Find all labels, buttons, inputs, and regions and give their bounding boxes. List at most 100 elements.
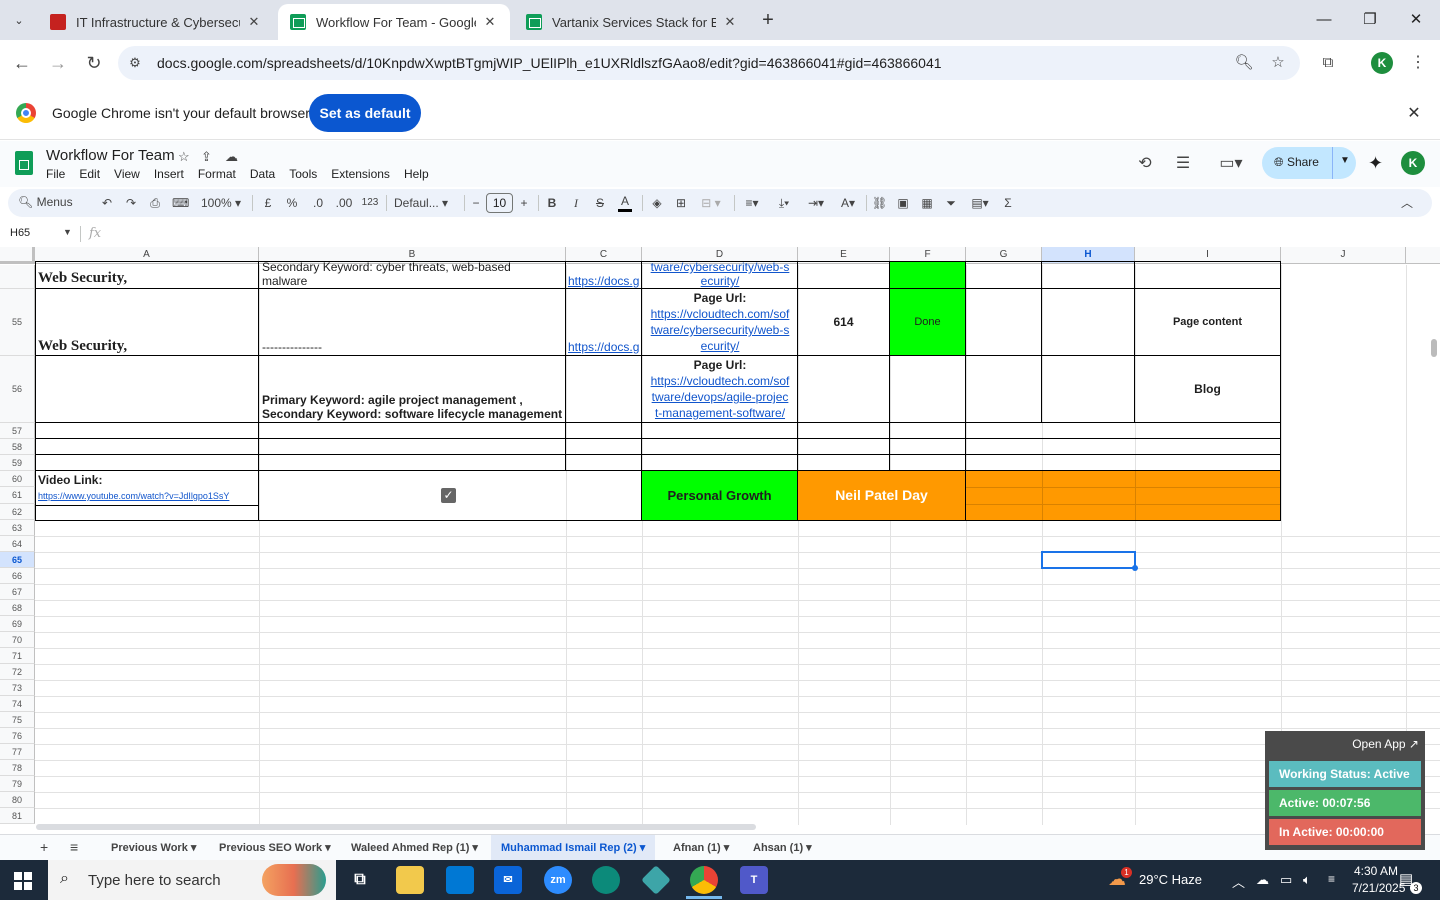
column-header-k[interactable] <box>1406 247 1440 264</box>
cell-a59[interactable] <box>35 454 259 471</box>
cell-b55[interactable]: --------------- <box>258 288 566 356</box>
horizontal-align-icon[interactable]: ≡▾ <box>740 194 764 212</box>
cell-f58[interactable] <box>889 438 966 455</box>
sheet-tab-previous-work[interactable]: Previous Work ▾ <box>101 835 206 861</box>
star-icon[interactable]: ☆ <box>178 149 190 165</box>
volume-icon[interactable]: 🔈︎ <box>1303 872 1311 888</box>
font-select[interactable]: Defaul... ▾ <box>394 194 454 212</box>
row-header-80[interactable]: 80 <box>0 792 35 808</box>
row-header-79[interactable]: 79 <box>0 776 35 792</box>
row-header-76[interactable]: 76 <box>0 728 35 744</box>
row-header-68[interactable]: 68 <box>0 600 35 616</box>
menu-tools[interactable]: Tools <box>289 167 317 181</box>
teams-icon[interactable]: T <box>740 866 768 894</box>
cell-link[interactable]: tware/devops/agile-projec <box>642 390 797 404</box>
font-size-input[interactable]: 10 <box>486 193 513 213</box>
cell-e56[interactable] <box>797 355 890 423</box>
profile-avatar[interactable]: K <box>1371 52 1393 74</box>
version-history-icon[interactable]: ⟲ <box>1134 153 1156 175</box>
row-header-69[interactable]: 69 <box>0 616 35 632</box>
menu-file[interactable]: File <box>46 167 65 181</box>
decrease-decimal-button[interactable]: .0 <box>310 194 326 212</box>
number-format-button[interactable]: 123 <box>360 194 380 212</box>
cell-g56[interactable] <box>965 355 1042 423</box>
row-header-71[interactable]: 71 <box>0 648 35 664</box>
currency-format-button[interactable]: £ <box>262 194 274 212</box>
back-button[interactable]: ← <box>10 51 34 75</box>
restore-button[interactable]: ❐ <box>1350 6 1390 34</box>
cell-g59-i59[interactable] <box>965 454 1281 471</box>
minimize-button[interactable]: — <box>1304 6 1344 34</box>
cell-b59[interactable] <box>258 454 566 471</box>
increase-font-size-icon[interactable]: + <box>518 194 530 212</box>
cell-c56[interactable] <box>565 355 642 423</box>
collapse-toolbar-icon[interactable]: ︿ <box>1400 194 1414 212</box>
menu-help[interactable]: Help <box>404 167 429 181</box>
chevron-down-icon[interactable]: ▼ <box>63 227 72 237</box>
zoom-icon[interactable]: 🔍︎ <box>1234 53 1254 73</box>
cell-f56[interactable] <box>889 355 966 423</box>
vertical-align-icon[interactable]: ⤓▾ <box>772 194 796 212</box>
task-view-icon[interactable]: ⧉ <box>346 866 374 894</box>
sheet-tab-ahsan[interactable]: Ahsan (1) ▾ <box>743 835 822 861</box>
row-header-72[interactable]: 72 <box>0 664 35 680</box>
row-header-63[interactable]: 63 <box>0 520 35 536</box>
text-wrap-icon[interactable]: ⇥▾ <box>804 194 828 212</box>
edge-icon[interactable] <box>592 866 620 894</box>
close-icon[interactable]: ✕ <box>1404 103 1424 123</box>
cell-link[interactable]: https://vcloudtech.com/sof <box>642 307 797 321</box>
neil-patel-cell[interactable]: Neil Patel Day <box>797 470 966 521</box>
menu-view[interactable]: View <box>114 167 140 181</box>
cell-d58[interactable] <box>641 438 798 455</box>
cell-d57[interactable] <box>641 422 798 439</box>
row-header-58[interactable]: 58 <box>0 439 35 455</box>
cell-h56[interactable] <box>1041 355 1135 423</box>
row-header-73[interactable]: 73 <box>0 680 35 696</box>
row-header-56[interactable]: 56 <box>0 356 35 423</box>
add-sheet-icon[interactable]: + <box>40 839 48 855</box>
cell-d59[interactable] <box>641 454 798 471</box>
cell-link[interactable]: https://docs.g <box>568 340 639 354</box>
chart-icon[interactable]: ▦ <box>920 194 934 212</box>
column-header-j[interactable]: J <box>1281 247 1406 264</box>
zoom-select[interactable]: 100% ▾ <box>198 194 244 212</box>
omnibox[interactable]: ⚙ docs.google.com/spreadsheets/d/10Knpdw… <box>118 46 1300 80</box>
fill-color-icon[interactable]: ◈ <box>650 194 664 212</box>
ms-store-icon[interactable] <box>446 866 474 894</box>
cell-link[interactable]: ecurity/ <box>642 274 797 288</box>
cell-b54[interactable]: Secondary Keyword: cyber threats, web-ba… <box>258 261 566 289</box>
share-button[interactable]: 🌐︎ Share ▼ <box>1262 147 1356 179</box>
menu-format[interactable]: Format <box>198 167 236 181</box>
cell-b57[interactable] <box>258 422 566 439</box>
sheet-tab-afnan[interactable]: Afnan (1) ▾ <box>663 835 739 861</box>
vertical-scrollbar[interactable] <box>1431 339 1437 357</box>
cell-link[interactable]: tware/cybersecurity/web-s <box>642 323 797 337</box>
cell-d54[interactable]: tware/cybersecurity/web-s ecurity/ <box>641 261 798 289</box>
redo-icon[interactable]: ↷ <box>124 194 138 212</box>
cell-link[interactable]: https://vcloudtech.com/sof <box>642 374 797 388</box>
sheet-tab-previous-seo-work[interactable]: Previous SEO Work ▾ <box>209 835 341 861</box>
open-app-button[interactable]: Open App ↗ <box>1352 737 1419 751</box>
selected-cell-h65[interactable] <box>1041 551 1136 569</box>
menu-edit[interactable]: Edit <box>79 167 100 181</box>
row-header-66[interactable]: 66 <box>0 568 35 584</box>
windows-start-icon[interactable] <box>14 872 32 890</box>
undo-icon[interactable]: ↶ <box>100 194 114 212</box>
browser-menu-icon[interactable]: ⋮ <box>1410 52 1426 74</box>
reload-button[interactable]: ↻ <box>82 51 106 75</box>
cell-c58[interactable] <box>565 438 642 455</box>
spreadsheet-grid[interactable]: A B C D E F G H I J 55 56 57 58 59 60 61… <box>0 247 1440 825</box>
checkbox-cell[interactable]: ✓ <box>258 470 642 521</box>
cell-e59[interactable] <box>797 454 890 471</box>
cell-link[interactable]: ecurity/ <box>642 339 797 353</box>
cell-c55[interactable]: https://docs.g <box>565 288 642 356</box>
row-header-57[interactable]: 57 <box>0 423 35 439</box>
cell-f55[interactable]: Done <box>889 288 966 356</box>
filter-views-icon[interactable]: ▤▾ <box>968 194 992 212</box>
close-icon[interactable]: ✕ <box>722 14 738 30</box>
row-header-78[interactable]: 78 <box>0 760 35 776</box>
close-window-button[interactable]: ✕ <box>1396 6 1436 34</box>
row-header-81[interactable]: 81 <box>0 808 35 824</box>
cell-f54[interactable] <box>889 261 966 289</box>
cell-g57-i57[interactable] <box>965 422 1281 439</box>
